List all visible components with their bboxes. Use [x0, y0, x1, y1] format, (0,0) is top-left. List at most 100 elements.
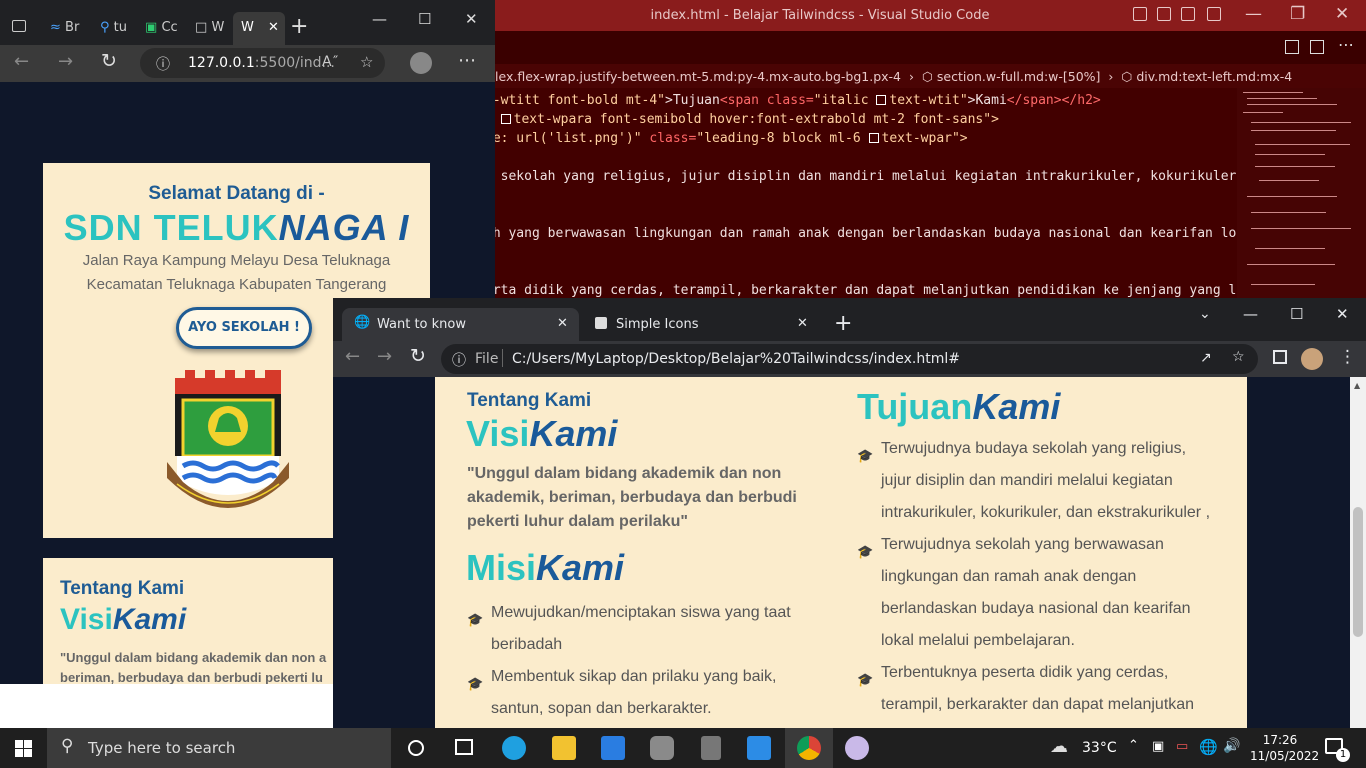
close-tab-icon[interactable]: ✕ [557, 316, 568, 331]
clock[interactable]: 17:26 11/05/2022 [1250, 732, 1319, 764]
code-editor[interactable]: t-wtitt font-bold mt-4">Tujuan<span clas… [495, 88, 1237, 300]
page-icon: □ [195, 20, 208, 35]
scrollbar-thumb[interactable] [1353, 507, 1363, 637]
back-icon[interactable]: ← [14, 51, 29, 72]
profile-avatar[interactable] [410, 52, 432, 74]
vscode-titlebar: index.html - Belajar Tailwindcss - Visua… [495, 0, 1366, 31]
taskbar-search[interactable]: ⚲ Type here to search [47, 728, 391, 768]
mail-icon[interactable] [601, 736, 625, 760]
vscode-icon[interactable] [747, 736, 771, 760]
graduation-cap-icon: 🎓 [467, 612, 484, 627]
tab-want-to-know[interactable]: 🌐 Want to know ✕ [342, 308, 579, 341]
more-actions-icon[interactable]: ⋯ [1338, 35, 1354, 54]
profile-avatar[interactable] [1301, 348, 1323, 370]
bookmark-star-icon[interactable]: ☆ [1232, 349, 1245, 365]
windows-start-icon[interactable] [15, 740, 32, 757]
breadcrumb-item[interactable]: lex.flex-wrap.justify-between.mt-5.md:py… [495, 69, 901, 84]
close-tab-icon[interactable]: ✕ [797, 316, 808, 331]
close-icon[interactable]: ✕ [1335, 4, 1349, 24]
tab-actions-icon[interactable] [12, 20, 26, 32]
vscode-title: index.html - Belajar Tailwindcss - Visua… [650, 8, 990, 23]
visi-heading: VisiKami [60, 603, 187, 636]
close-icon[interactable]: ✕ [1336, 305, 1349, 323]
list-item: 🎓 Terbentuknya peserta didik yang cerdas… [857, 664, 1195, 713]
color-swatch-icon [876, 95, 887, 105]
meet-now-icon[interactable]: ▣ [1152, 739, 1164, 754]
add-favorite-icon[interactable]: ☆ [360, 53, 373, 71]
chevron-up-icon[interactable]: ⌃ [1128, 738, 1139, 753]
hero-welcome: Selamat Datang di - [148, 183, 325, 204]
new-tab-icon[interactable]: + [290, 14, 308, 39]
battery-icon[interactable]: ▭ [1176, 739, 1188, 754]
maximize-icon[interactable]: ☐ [1290, 305, 1303, 323]
about-label: Tentang Kami [60, 578, 185, 599]
paint-icon[interactable] [845, 736, 869, 760]
forward-icon[interactable]: → [58, 51, 73, 72]
refresh-icon[interactable]: ↻ [410, 345, 426, 367]
scroll-up-icon[interactable]: ▲ [1354, 381, 1360, 390]
task-view-icon[interactable] [455, 739, 473, 755]
color-swatch-icon [868, 133, 879, 143]
graduation-cap-icon: 🎓 [857, 448, 874, 463]
address-bar[interactable]: ⓘ File C:/Users/MyLaptop/Desktop/Belajar… [441, 344, 1258, 374]
info-icon[interactable]: ⓘ [156, 54, 170, 74]
chrome-icon[interactable] [797, 736, 821, 760]
more-icon[interactable]: ⋯ [458, 50, 476, 71]
refresh-icon[interactable]: ↻ [101, 50, 117, 72]
split-editor-icon[interactable] [1310, 40, 1324, 54]
toggle-secondary-sidebar-icon[interactable] [1181, 7, 1195, 21]
more-icon[interactable]: ⋮ [1339, 347, 1356, 367]
forward-icon[interactable]: → [377, 346, 392, 367]
tab-simple-icons[interactable]: Simple Icons ✕ [583, 308, 813, 341]
tailwind-icon: ≈ [50, 20, 61, 35]
restore-icon[interactable]: ❐ [1290, 4, 1305, 24]
minimize-icon[interactable]: — [1243, 305, 1258, 323]
vscode-editor-actions: ⋯ [495, 31, 1366, 64]
tab-3[interactable]: ▣ Cc [145, 12, 178, 44]
back-icon[interactable]: ← [345, 346, 360, 367]
breadcrumb: lex.flex-wrap.justify-between.mt-5.md:py… [495, 64, 1366, 88]
side-panel-icon[interactable] [1273, 350, 1287, 364]
camera-icon[interactable] [650, 736, 674, 760]
ayo-sekolah-button[interactable]: AYO SEKOLAH ! [176, 307, 312, 349]
open-changes-icon[interactable] [1285, 40, 1299, 54]
search-icon: ⚲ [100, 20, 110, 35]
share-icon[interactable]: ↗ [1200, 350, 1212, 366]
info-icon[interactable]: ⓘ [452, 350, 466, 370]
voice-recorder-icon[interactable] [701, 736, 721, 760]
misi-heading: MisiKami [466, 547, 625, 588]
scrollbar[interactable]: ▲ [1350, 377, 1366, 728]
tab-1[interactable]: ≈ Br [50, 12, 79, 44]
customize-layout-icon[interactable] [1207, 7, 1221, 21]
close-icon[interactable]: ✕ [465, 10, 478, 28]
address-bar[interactable]: ⓘ 127.0.0.1:5500/ind... [140, 48, 385, 78]
minimize-icon[interactable]: — [1245, 4, 1262, 24]
code-line: a sekolah yang religius, jujur disiplin … [495, 169, 1237, 184]
minimap[interactable] [1237, 88, 1366, 300]
tab-4[interactable]: □ W [195, 12, 224, 44]
weather-icon[interactable]: ☁ [1050, 736, 1068, 757]
weather-temp[interactable]: 33°C [1082, 740, 1117, 756]
cortana-icon[interactable] [408, 740, 424, 756]
tab-search-icon[interactable]: ⌄ [1199, 306, 1211, 322]
breadcrumb-item[interactable]: section.w-full.md:w-[50%] [937, 69, 1101, 84]
toggle-primary-sidebar-icon[interactable] [1133, 7, 1147, 21]
maximize-icon[interactable]: ☐ [418, 10, 431, 28]
edge-icon[interactable] [502, 736, 526, 760]
read-aloud-icon[interactable]: A ″ [322, 54, 338, 70]
toggle-panel-icon[interactable] [1157, 7, 1171, 21]
list-item: 🎓 Terwujudnya sekolah yang berwawasan lin… [857, 536, 1191, 649]
tab-active[interactable]: W ✕ [233, 12, 285, 45]
chrome-tabstrip: 🌐 Want to know ✕ Simple Icons ✕ + ⌄ — ☐ … [333, 298, 1366, 341]
graduation-cap-icon: 🎓 [857, 544, 874, 559]
volume-icon[interactable]: 🔊 [1223, 738, 1240, 754]
tab-2[interactable]: ⚲ tu [100, 12, 127, 44]
file-explorer-icon[interactable] [552, 736, 576, 760]
breadcrumb-item[interactable]: div.md:text-left.md:mx-4 [1136, 69, 1292, 84]
new-tab-icon[interactable]: + [834, 311, 852, 336]
code-line: ge: url('list.png')" class="leading-8 bl… [495, 131, 968, 146]
minimize-icon[interactable]: — [372, 10, 387, 28]
code-line: e text-wpara font-semibold hover:font-ex… [495, 112, 999, 131]
network-icon[interactable]: 🌐 [1199, 738, 1218, 756]
close-tab-icon[interactable]: ✕ [268, 20, 279, 35]
